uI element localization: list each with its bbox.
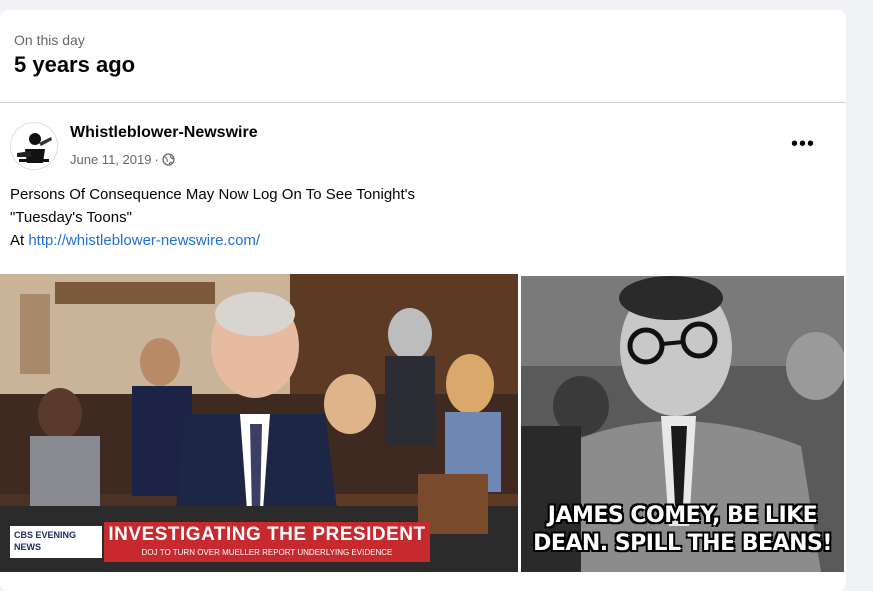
meme-photo[interactable]: JAMES COMEY, BE LIKE DEAN. SPILL THE BEA…: [521, 276, 844, 572]
page-name[interactable]: Whistleblower-Newswire: [70, 124, 258, 142]
memory-subtitle: On this day: [14, 32, 85, 48]
memory-header: On this day 5 years ago: [14, 32, 135, 78]
memory-card: On this day 5 years ago Whistleblower-Ne…: [0, 10, 846, 591]
news-subheadline: DOJ TO TURN OVER MUELLER REPORT UNDERLYI…: [141, 548, 393, 557]
memory-title: 5 years ago: [14, 52, 136, 77]
more-options-icon: •••: [790, 133, 815, 155]
post-text-line: At http://whistleblower-newswire.com/: [10, 229, 415, 252]
post-text-line: "Tuesday's Toons": [10, 209, 132, 226]
post-link[interactable]: http://whistleblower-newswire.com/: [28, 232, 260, 249]
divider: [0, 102, 846, 103]
meme-caption: JAMES COMEY, BE LIKE DEAN. SPILL THE BEA…: [521, 502, 844, 558]
post-text-prefix: At: [10, 232, 29, 249]
newspaper-mascot-logo: [11, 123, 57, 169]
globe-icon: [162, 153, 175, 166]
meme-caption-line: JAMES COMEY, BE LIKE: [547, 503, 818, 528]
news-hearing-photo[interactable]: CBS EVENING NEWS INVESTIGATING THE PRESI…: [0, 274, 518, 572]
news-banner: INVESTIGATING THE PRESIDENT DOJ TO TURN …: [104, 522, 430, 562]
network-logo: CBS EVENING NEWS: [10, 526, 102, 558]
news-headline: INVESTIGATING THE PRESIDENT: [108, 524, 426, 545]
meme-caption-line: DEAN. SPILL THE BEANS!: [533, 531, 832, 556]
post-meta: June 11, 2019 ·: [70, 152, 175, 167]
post-date[interactable]: June 11, 2019: [70, 152, 151, 167]
meta-separator: ·: [154, 152, 159, 167]
more-options-button[interactable]: •••: [788, 133, 818, 156]
page-avatar[interactable]: [10, 122, 58, 170]
post-text: Persons Of Consequence May Now Log On To…: [10, 183, 415, 252]
post-text-line: Persons Of Consequence May Now Log On To…: [10, 186, 416, 203]
